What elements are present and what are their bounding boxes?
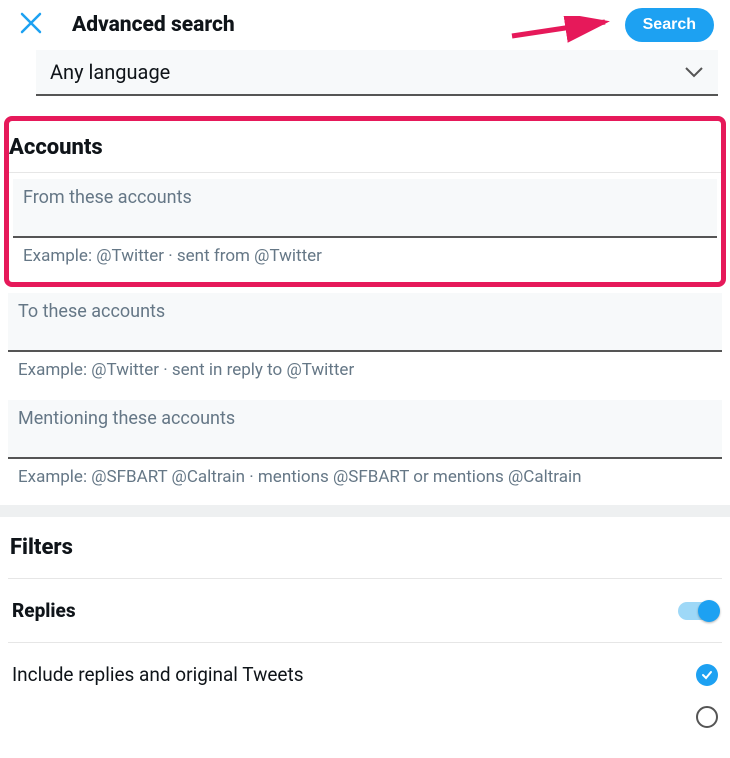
to-accounts-example: Example: @Twitter · sent in reply to @Tw… bbox=[8, 352, 722, 394]
include-replies-radio[interactable] bbox=[696, 664, 718, 686]
close-icon[interactable] bbox=[20, 12, 42, 39]
scroll-area[interactable]: Any language Accounts From these account… bbox=[0, 50, 730, 758]
accounts-section-header: Accounts bbox=[9, 127, 721, 172]
chevron-down-icon bbox=[684, 60, 704, 84]
mentioning-accounts-example: Example: @SFBART @Caltrain · mentions @S… bbox=[8, 459, 722, 501]
from-accounts-label: From these accounts bbox=[23, 187, 707, 208]
annotation-highlight-box: Accounts From these accounts Example: @T… bbox=[4, 116, 726, 287]
language-selected-value: Any language bbox=[50, 60, 170, 84]
filters-section-header: Filters bbox=[8, 517, 722, 579]
replies-toggle[interactable] bbox=[678, 602, 718, 620]
to-accounts-field[interactable]: To these accounts Example: @Twitter · se… bbox=[8, 293, 722, 394]
filter-row-partial bbox=[8, 706, 722, 748]
search-button[interactable]: Search bbox=[625, 8, 714, 42]
modal-header: Advanced search Search bbox=[0, 0, 730, 50]
include-replies-label: Include replies and original Tweets bbox=[12, 663, 304, 686]
to-accounts-label: To these accounts bbox=[18, 301, 712, 322]
mentioning-accounts-label: Mentioning these accounts bbox=[18, 408, 712, 429]
replies-label: Replies bbox=[12, 599, 76, 622]
filter-row-replies: Replies bbox=[8, 579, 722, 643]
page-title: Advanced search bbox=[72, 13, 625, 37]
filter-row-include-replies: Include replies and original Tweets bbox=[8, 643, 722, 706]
mentioning-accounts-field[interactable]: Mentioning these accounts Example: @SFBA… bbox=[8, 400, 722, 501]
from-accounts-example: Example: @Twitter · sent from @Twitter bbox=[13, 238, 717, 280]
partial-radio[interactable] bbox=[696, 706, 718, 728]
language-select[interactable]: Any language bbox=[36, 50, 718, 96]
from-accounts-field[interactable]: From these accounts Example: @Twitter · … bbox=[13, 179, 717, 280]
